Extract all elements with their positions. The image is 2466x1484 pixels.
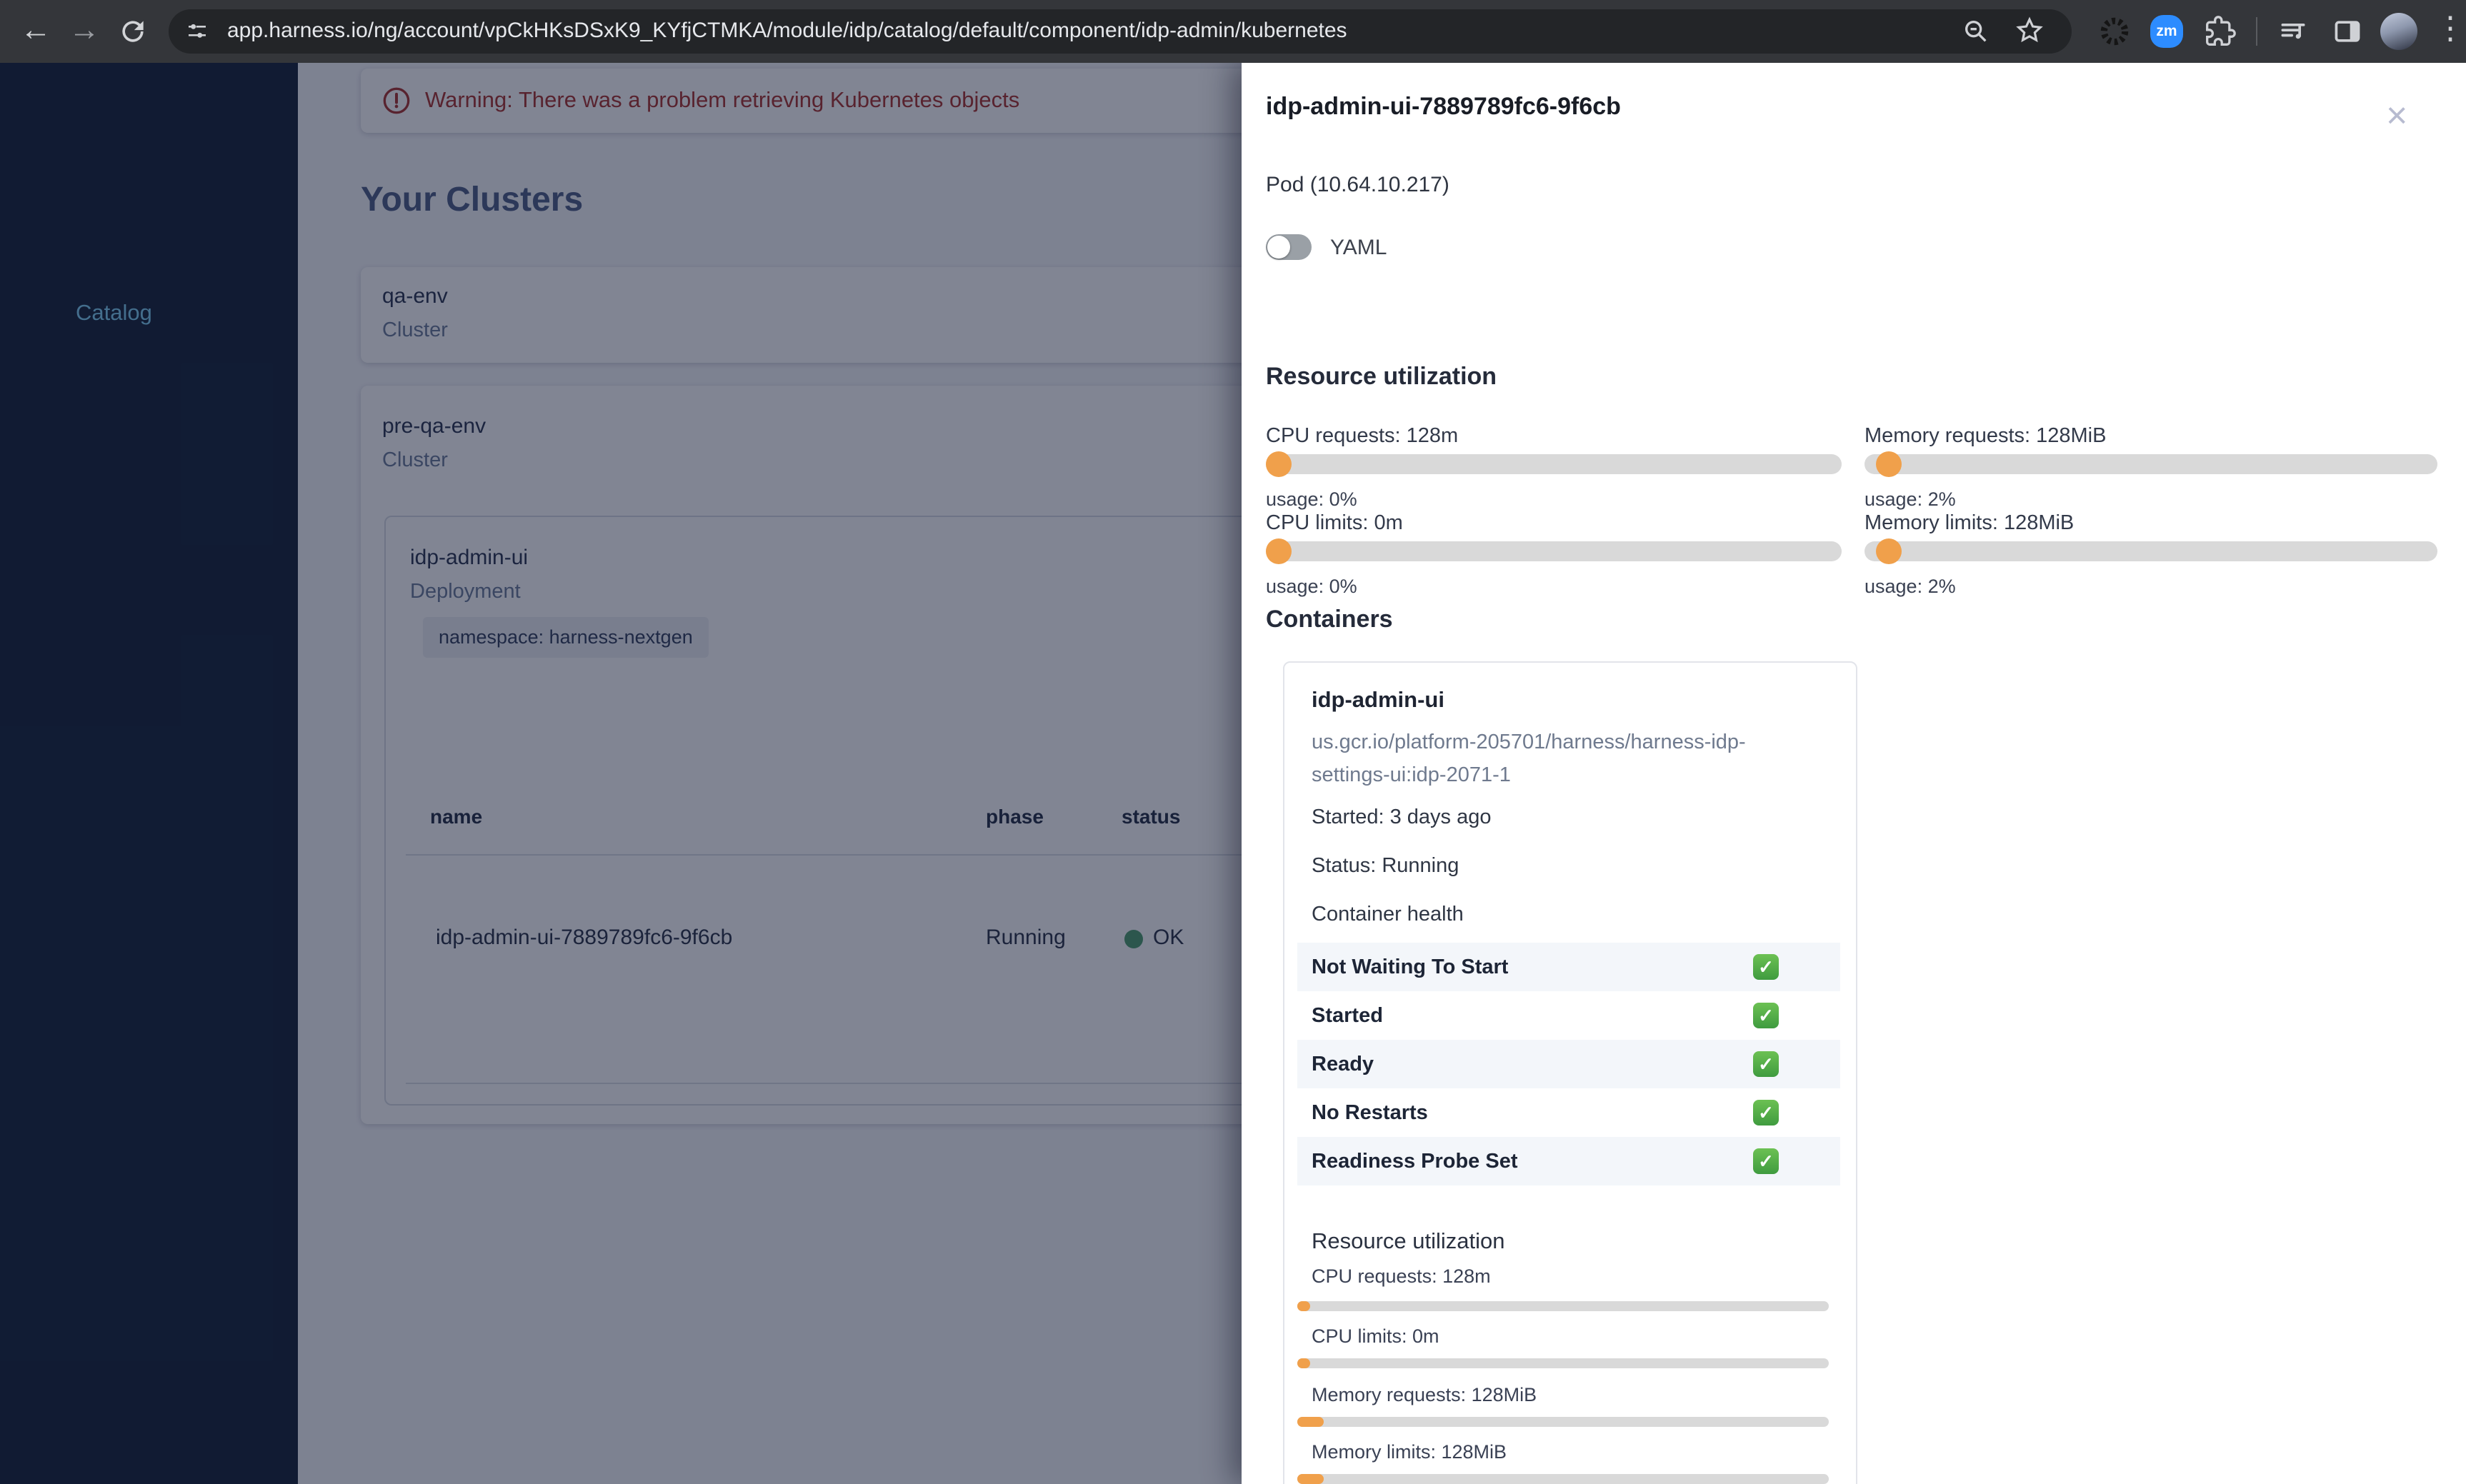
sub-meter-fill xyxy=(1297,1358,1310,1368)
browser-profile-avatar[interactable] xyxy=(2380,13,2417,50)
sub-meter-bar-memory-requests xyxy=(1297,1417,1829,1427)
sub-meter-fill xyxy=(1297,1474,1324,1484)
side-panel-icon[interactable] xyxy=(2332,16,2363,47)
reload-icon[interactable] xyxy=(117,16,149,47)
meter-bar-memory-limits xyxy=(1865,538,2437,564)
yaml-toggle-label: YAML xyxy=(1330,236,1387,259)
meter-label-memory-requests: Memory requests: 128MiB xyxy=(1865,424,2107,447)
sub-meter-label-cpu-requests: CPU requests: 128m xyxy=(1312,1265,1491,1287)
check-icon: ✓ xyxy=(1753,1003,1779,1028)
panel-title: idp-admin-ui-7889789fc6-9f6cb xyxy=(1266,93,1621,120)
sub-meter-label-memory-requests: Memory requests: 128MiB xyxy=(1312,1384,1537,1405)
health-check-row: No Restarts ✓ xyxy=(1297,1088,1840,1137)
loom-extension-icon[interactable] xyxy=(2099,16,2130,47)
meter-usage-cpu-requests: usage: 0% xyxy=(1266,488,1357,510)
resource-utilization-heading: Resource utilization xyxy=(1266,363,1497,390)
meter-usage-memory-limits: usage: 2% xyxy=(1865,576,1956,597)
meter-usage-cpu-limits: usage: 0% xyxy=(1266,576,1357,597)
health-check-row: Started ✓ xyxy=(1297,991,1840,1040)
toolbar-divider xyxy=(2256,17,2257,46)
bookmark-star-icon[interactable] xyxy=(2015,16,2045,46)
zoom-extension-icon[interactable]: zm xyxy=(2150,15,2183,48)
meter-bar-cpu-requests xyxy=(1266,451,1842,477)
container-name: idp-admin-ui xyxy=(1312,687,1444,712)
browser-toolbar: ← → app.harness.io/ng/account/vpCkHKsDSx… xyxy=(0,0,2466,63)
sub-meter-label-memory-limits: Memory limits: 128MiB xyxy=(1312,1441,1507,1463)
container-status: Status: Running xyxy=(1312,854,1459,877)
container-health-heading: Container health xyxy=(1312,903,1464,926)
meter-knob xyxy=(1876,451,1902,477)
close-icon[interactable]: × xyxy=(2386,94,2407,137)
meter-knob xyxy=(1266,451,1292,477)
meter-bar-memory-requests xyxy=(1865,451,2437,477)
extensions-puzzle-icon[interactable] xyxy=(2205,16,2236,47)
containers-heading: Containers xyxy=(1266,606,1393,633)
back-icon[interactable]: ← xyxy=(20,13,51,47)
toggle-knob xyxy=(1267,236,1290,259)
site-settings-icon[interactable] xyxy=(186,20,209,43)
meter-label-cpu-requests: CPU requests: 128m xyxy=(1266,424,1459,447)
health-check-row: Ready ✓ xyxy=(1297,1040,1840,1088)
media-controls-icon[interactable] xyxy=(2277,16,2309,47)
sub-meter-label-cpu-limits: CPU limits: 0m xyxy=(1312,1325,1439,1347)
check-icon: ✓ xyxy=(1753,954,1779,980)
meter-bar-cpu-limits xyxy=(1266,538,1842,564)
sub-meter-bar-cpu-limits xyxy=(1297,1358,1829,1368)
check-icon: ✓ xyxy=(1753,1051,1779,1077)
sub-meter-bar-cpu-requests xyxy=(1297,1301,1829,1311)
zoom-page-icon[interactable] xyxy=(1962,17,1990,46)
sub-meter-bar-memory-limits xyxy=(1297,1474,1829,1484)
sub-meter-fill xyxy=(1297,1301,1310,1311)
sub-meter-fill xyxy=(1297,1417,1324,1427)
meter-label-memory-limits: Memory limits: 128MiB xyxy=(1865,511,2075,534)
panel-subtitle: Pod (10.64.10.217) xyxy=(1266,173,1449,196)
meter-knob xyxy=(1876,538,1902,564)
browser-menu-icon[interactable]: ⋮ xyxy=(2435,11,2466,46)
app-window: ← → app.harness.io/ng/account/vpCkHKsDSx… xyxy=(0,0,2466,1484)
url-text: app.harness.io/ng/account/vpCkHKsDSxK9_K… xyxy=(227,19,1347,42)
meter-knob xyxy=(1266,538,1292,564)
health-check-row: Readiness Probe Set ✓ xyxy=(1297,1137,1840,1185)
container-resource-heading: Resource utilization xyxy=(1312,1228,1505,1253)
health-check-row: Not Waiting To Start ✓ xyxy=(1297,943,1840,991)
check-icon: ✓ xyxy=(1753,1148,1779,1174)
container-started: Started: 3 days ago xyxy=(1312,806,1492,828)
check-icon: ✓ xyxy=(1753,1100,1779,1125)
meter-usage-memory-requests: usage: 2% xyxy=(1865,488,1956,510)
forward-icon[interactable]: → xyxy=(69,13,100,47)
address-bar[interactable]: app.harness.io/ng/account/vpCkHKsDSxK9_K… xyxy=(169,9,2072,54)
container-image: us.gcr.io/platform-205701/harness/harnes… xyxy=(1312,731,1746,786)
meter-label-cpu-limits: CPU limits: 0m xyxy=(1266,511,1403,534)
yaml-toggle[interactable] xyxy=(1266,234,1312,260)
